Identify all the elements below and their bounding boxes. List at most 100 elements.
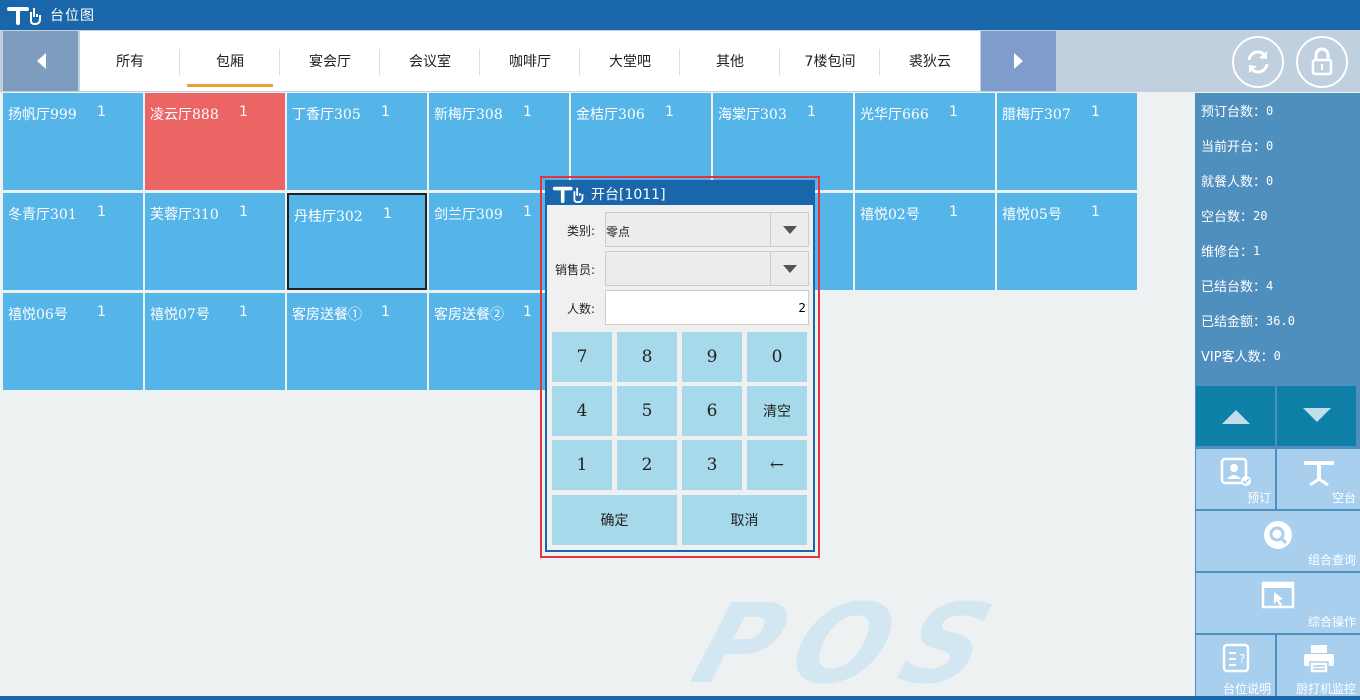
tab-qiudi-cloud[interactable]: 裘狄云 (880, 31, 980, 91)
tab-lobby-bar[interactable]: 大堂吧 (580, 31, 680, 91)
stat-label: 预订台数： (1201, 105, 1267, 120)
stat-value: 1 (1253, 243, 1261, 258)
table-name: 扬帆厅999 (8, 107, 77, 123)
table-count: 1 (1091, 104, 1100, 120)
table-cell[interactable]: 冬青厅301 1 (3, 193, 143, 290)
general-ops-label: 综合操作 (1307, 615, 1356, 629)
table-cell[interactable]: 光华厅666 1 (855, 93, 995, 190)
category-dropdown-button[interactable] (770, 213, 808, 246)
table-cell[interactable]: 丁香厅305 1 (287, 93, 427, 190)
key-3[interactable]: 3 (682, 440, 742, 490)
tab-bar: 所有 包厢 宴会厅 会议室 咖啡厅 大堂吧 其他 7楼包间 裘狄云 (0, 30, 1360, 92)
general-ops-button[interactable]: 综合操作 (1196, 573, 1360, 633)
tab-7f-rooms[interactable]: 7楼包间 (780, 31, 880, 91)
table-cell[interactable]: 凌云厅888 1 (145, 93, 285, 190)
key-4[interactable]: 4 (552, 386, 612, 436)
table-count: 1 (239, 104, 248, 120)
tab-prev-button[interactable] (3, 31, 78, 91)
stat-value: 4 (1266, 278, 1274, 293)
logo-icon (0, 0, 50, 30)
table-cell[interactable]: 禧悦05号 1 (997, 193, 1137, 290)
reserve-label: 预订 (1246, 491, 1271, 505)
refresh-icon (1247, 50, 1269, 74)
chevron-down-icon (782, 225, 797, 234)
printer-monitor-button[interactable]: 厨打机监控 (1277, 635, 1360, 700)
logo-icon (547, 185, 591, 203)
table-info-button[interactable]: ? 台位说明 (1196, 635, 1275, 700)
table-count: 1 (523, 104, 532, 120)
tab-other[interactable]: 其他 (680, 31, 780, 91)
reserve-button[interactable]: 预订 (1196, 449, 1275, 509)
key-0[interactable]: 0 (747, 332, 807, 382)
cancel-button[interactable]: 取消 (682, 495, 807, 545)
key-6[interactable]: 6 (682, 386, 742, 436)
clear-button[interactable]: 清空 (747, 386, 807, 436)
general-ops-icon (1261, 581, 1295, 609)
refresh-button[interactable] (1232, 36, 1284, 88)
stats-list: 预订台数： 0 当前开台： 0 就餐人数： 0 空台数： 20 维修台： 1 已结台数： 4 已结金额：… (1195, 93, 1360, 373)
table-name: 芙蓉厅310 (150, 207, 219, 223)
category-select[interactable]: 零点 (605, 212, 809, 247)
table-count: 1 (807, 104, 816, 120)
scroll-up-button[interactable] (1196, 386, 1275, 446)
empty-table-button[interactable]: 空台 (1277, 449, 1360, 509)
stat-label: 空台数： (1201, 210, 1254, 225)
table-cell[interactable]: 客房送餐① 1 (287, 293, 427, 390)
table-cell[interactable]: 芙蓉厅310 1 (145, 193, 285, 290)
table-cell[interactable]: 腊梅厅307 1 (997, 93, 1137, 190)
salesperson-row: 销售员: (547, 251, 813, 286)
reserve-icon (1220, 457, 1251, 486)
category-label: 类别: (566, 224, 595, 238)
arrow-down-icon (1302, 408, 1331, 422)
chevron-down-icon (782, 264, 797, 273)
stat-row: 预订台数： 0 (1195, 93, 1360, 128)
table-cell[interactable]: 禧悦02号 1 (855, 193, 995, 290)
tab-private-rooms[interactable]: 包厢 (180, 31, 280, 91)
lock-icon (1311, 47, 1333, 76)
search-icon (1264, 521, 1292, 549)
stat-value: 20 (1253, 208, 1268, 223)
bottom-bar (0, 696, 1360, 700)
stat-value: 0 (1266, 103, 1274, 118)
table-count: 1 (523, 304, 532, 320)
tab-meeting-room[interactable]: 会议室 (380, 31, 480, 91)
key-2[interactable]: 2 (617, 440, 677, 490)
tab-next-button[interactable] (981, 31, 1056, 91)
key-1[interactable]: 1 (552, 440, 612, 490)
table-info-label: 台位说明 (1222, 682, 1271, 696)
tab-all[interactable]: 所有 (80, 31, 180, 91)
stat-label: 维修台： (1201, 245, 1254, 260)
stat-row: 已结台数： 4 (1195, 268, 1360, 303)
stat-value: 0 (1273, 348, 1281, 363)
table-cell[interactable]: 扬帆厅999 1 (3, 93, 143, 190)
table-cell[interactable]: 禧悦06号 1 (3, 293, 143, 390)
title-bar: 台位图 (0, 0, 1360, 30)
scroll-down-button[interactable] (1277, 386, 1356, 446)
table-cell[interactable]: 禧悦07号 1 (145, 293, 285, 390)
lock-button[interactable] (1296, 36, 1348, 88)
salesperson-dropdown-button[interactable] (770, 252, 808, 285)
printer-monitor-label: 厨打机监控 (1295, 682, 1356, 696)
backspace-button[interactable]: ← (747, 440, 807, 490)
stat-row: 当前开台： 0 (1195, 128, 1360, 163)
confirm-button[interactable]: 确定 (552, 495, 677, 545)
key-8[interactable]: 8 (617, 332, 677, 382)
combo-query-button[interactable]: 组合查询 (1196, 511, 1360, 571)
stat-value: 36.0 (1266, 313, 1295, 328)
table-cell[interactable]: 丹桂厅302 1 (287, 193, 427, 290)
table-count: 1 (523, 204, 532, 220)
stat-row: 已结金额： 36.0 (1195, 303, 1360, 338)
key-5[interactable]: 5 (617, 386, 677, 436)
table-name: 禧悦05号 (1002, 207, 1062, 223)
window-title: 台位图 (50, 8, 95, 24)
key-9[interactable]: 9 (682, 332, 742, 382)
table-count: 1 (665, 104, 674, 120)
people-input[interactable] (605, 290, 809, 325)
table-name: 光华厅666 (860, 107, 929, 123)
tab-cafe[interactable]: 咖啡厅 (480, 31, 580, 91)
tab-banquet-hall[interactable]: 宴会厅 (280, 31, 380, 91)
category-value: 零点 (606, 225, 631, 239)
salesperson-select[interactable] (605, 251, 809, 286)
key-7[interactable]: 7 (552, 332, 612, 382)
table-count: 1 (239, 204, 248, 220)
